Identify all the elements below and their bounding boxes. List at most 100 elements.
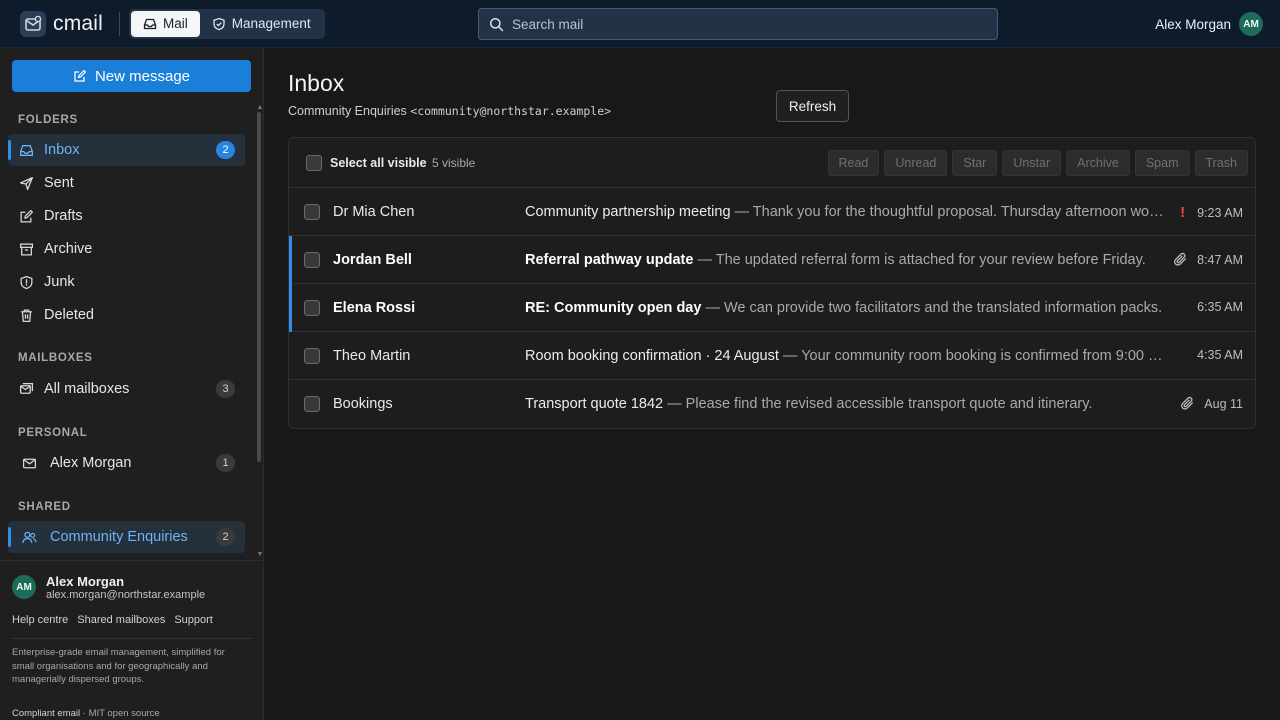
sidebar-item-community-enquiries[interactable]: Community Enquiries 2	[8, 521, 245, 553]
user-name: Alex Morgan	[1155, 16, 1231, 32]
message-summary: Referral pathway update — The updated re…	[525, 252, 1165, 268]
new-message-button[interactable]: New message	[12, 60, 251, 92]
message-time: 9:23 AM	[1197, 205, 1243, 220]
sidebar-item-all-mailboxes[interactable]: All mailboxes 3	[8, 373, 245, 405]
unstar-button[interactable]: Unstar	[1002, 150, 1062, 176]
people-icon	[8, 530, 50, 545]
section-personal: PERSONAL	[18, 427, 88, 439]
archive-button[interactable]: Archive	[1066, 150, 1130, 176]
select-all-label[interactable]: Select all visible	[330, 156, 427, 170]
shared-mailboxes-link[interactable]: Shared mailboxes	[77, 614, 165, 626]
new-message-label: New message	[94, 67, 191, 85]
scroll-up-icon[interactable]: ▲	[256, 104, 264, 112]
message-row[interactable]: Theo Martin Room booking confirmation · …	[289, 332, 1255, 380]
refresh-button[interactable]: Refresh	[776, 90, 849, 122]
brand-name: cmail	[53, 11, 104, 35]
help-centre-link[interactable]: Help centre	[12, 614, 68, 626]
sidebar-item-sent[interactable]: Sent	[8, 167, 245, 199]
sidebar-scrollbar[interactable]: ▲ ▼	[256, 104, 264, 560]
unread-count-badge: 2	[216, 141, 235, 159]
search-box[interactable]	[478, 8, 998, 40]
message-row[interactable]: Dr Mia Chen Community partnership meetin…	[289, 188, 1255, 236]
spam-button[interactable]: Spam	[1134, 150, 1190, 176]
legal-note: Compliant email · MIT open source	[12, 708, 160, 719]
compose-icon	[74, 69, 87, 82]
sidebar-item-label: Junk	[44, 274, 75, 290]
message-summary: RE: Community open day — We can provide …	[525, 300, 1165, 316]
message-meta: 6:35 AM	[1197, 300, 1243, 314]
message-row[interactable]: Elena Rossi RE: Community open day — We …	[289, 284, 1255, 332]
message-preview: — We can provide two facilitators and th…	[701, 300, 1163, 316]
page-title: Inbox	[288, 70, 345, 96]
scroll-down-icon[interactable]: ▼	[256, 551, 264, 559]
star-button[interactable]: Star	[952, 150, 998, 176]
message-sender: Jordan Bell	[333, 252, 412, 268]
footer-user-name: Alex Morgan	[46, 574, 125, 589]
mailbox-address: Community Enquiries <community@northstar…	[288, 104, 611, 118]
message-time: 8:47 AM	[1197, 252, 1243, 267]
drafts-icon	[8, 209, 44, 224]
message-sender: Elena Rossi	[333, 300, 416, 316]
count-badge: 3	[216, 380, 235, 398]
sidebar: New message FOLDERS Inbox 2 Sent Drafts …	[0, 48, 264, 720]
section-shared: SHARED	[18, 501, 71, 513]
row-checkbox[interactable]	[304, 300, 320, 316]
sidebar-item-alex-morgan[interactable]: Alex Morgan 1	[8, 447, 245, 479]
footer-user-email: alex.morgan@northstar.example	[46, 589, 206, 601]
attachment-icon	[1173, 252, 1188, 267]
message-preview: — Thank you for the thoughtful proposal.…	[734, 204, 1165, 220]
row-checkbox[interactable]	[304, 396, 320, 412]
inbox-icon	[8, 143, 44, 158]
mark-read-button[interactable]: Read	[827, 150, 880, 176]
mail-icon	[8, 456, 50, 471]
support-link[interactable]: Support	[174, 614, 213, 626]
sidebar-item-drafts[interactable]: Drafts	[8, 200, 245, 232]
select-all-checkbox[interactable]	[306, 155, 322, 171]
section-folders: FOLDERS	[18, 114, 78, 126]
inbox-icon	[143, 18, 157, 29]
count-badge: 2	[216, 528, 235, 546]
bulk-actions: Read Unread Star Unstar Archive Spam Tra…	[823, 150, 1248, 176]
brand[interactable]: cmail	[20, 10, 104, 37]
message-time: 4:35 AM	[1197, 348, 1243, 362]
tab-management[interactable]: Management	[200, 11, 323, 37]
row-checkbox[interactable]	[304, 348, 320, 364]
mailbox-email: <community@northstar.example>	[410, 104, 612, 118]
message-summary: Transport quote 1842 — Please find the r…	[525, 396, 1165, 412]
mailbox-name: Community Enquiries	[288, 104, 411, 118]
mark-unread-button[interactable]: Unread	[884, 150, 948, 176]
sidebar-item-label: Archive	[44, 241, 93, 257]
mode-switch: Mail Management	[129, 8, 325, 39]
message-row[interactable]: Jordan Bell Referral pathway update — Th…	[289, 236, 1255, 284]
message-preview: — Please find the revised accessible tra…	[663, 396, 1093, 412]
user-menu[interactable]: Alex Morgan AM	[1155, 12, 1263, 36]
sidebar-item-archive[interactable]: Archive	[8, 233, 245, 265]
row-checkbox[interactable]	[304, 252, 320, 268]
sidebar-item-deleted[interactable]: Deleted	[8, 299, 245, 331]
important-icon: !	[1180, 204, 1186, 221]
sidebar-nav[interactable]: FOLDERS Inbox 2 Sent Drafts Archive Junk…	[0, 104, 256, 560]
legal-strong: Compliant email	[12, 708, 81, 719]
legal-rest: · MIT open source	[80, 708, 160, 719]
send-icon	[8, 176, 44, 191]
sidebar-item-inbox[interactable]: Inbox 2	[8, 134, 245, 166]
sidebar-item-junk[interactable]: Junk	[8, 266, 245, 298]
sidebar-item-label: Drafts	[44, 208, 83, 224]
message-subject: Transport quote 1842	[525, 396, 664, 412]
message-summary: Room booking confirmation · 24 August — …	[525, 348, 1165, 364]
message-row[interactable]: Bookings Transport quote 1842 — Please f…	[289, 380, 1255, 428]
junk-icon	[8, 275, 44, 290]
search-input[interactable]	[512, 16, 972, 32]
tab-mail[interactable]: Mail	[131, 10, 200, 37]
sidebar-item-label: Inbox	[44, 142, 80, 158]
archive-icon	[8, 242, 44, 257]
trash-icon	[8, 308, 44, 323]
scrollbar-thumb[interactable]	[257, 112, 261, 462]
message-sender: Dr Mia Chen	[333, 204, 415, 220]
message-time: 6:35 AM	[1197, 300, 1243, 314]
message-subject: RE: Community open day	[525, 300, 702, 316]
trash-button[interactable]: Trash	[1194, 150, 1248, 176]
row-checkbox[interactable]	[304, 204, 320, 220]
search-icon	[489, 17, 504, 31]
top-bar: cmail Mail Management Alex Morgan AM	[0, 0, 1280, 48]
